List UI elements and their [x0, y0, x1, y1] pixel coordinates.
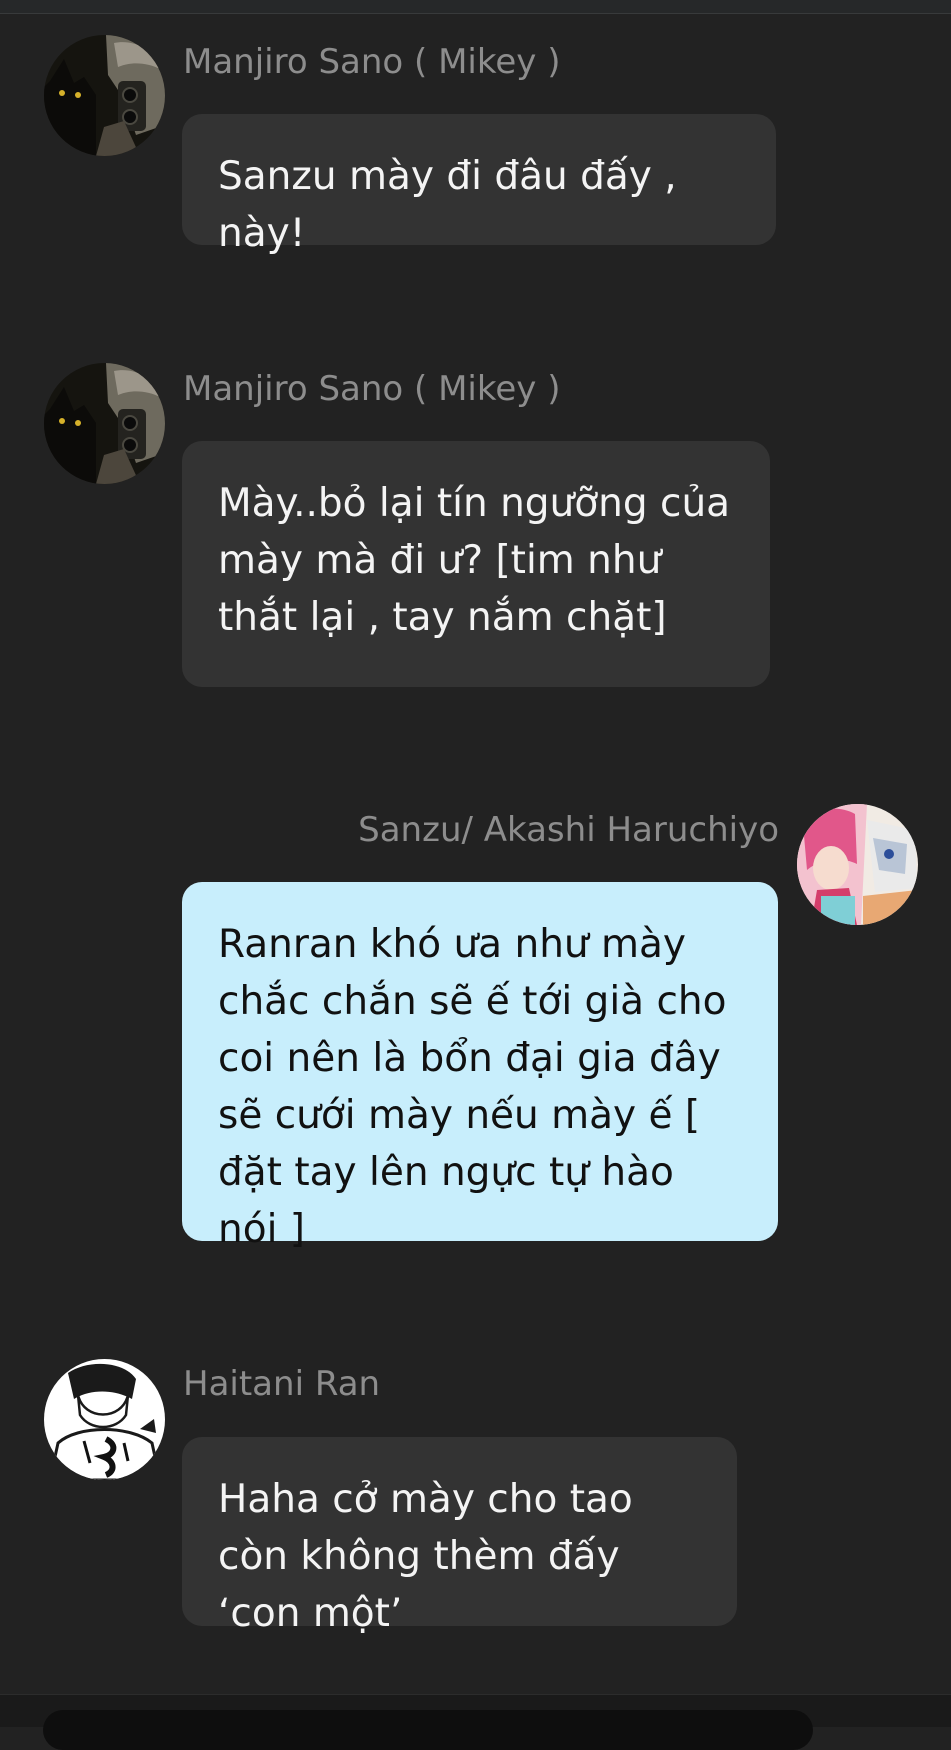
sender-name: Haitani Ran: [183, 1364, 381, 1404]
sender-name: Sanzu/ Akashi Haruchiyo: [358, 810, 779, 850]
message-bubble[interactable]: Sanzu mày đi đâu đấy , này!: [182, 114, 776, 256]
sanzu-avatar[interactable]: [797, 804, 918, 925]
message-bubble[interactable]: Ranran khó ưa như mày chắc chắn sẽ ế tới…: [182, 882, 778, 1252]
message-bubble[interactable]: Mày..bỏ lại tín ngưỡng của mày mà đi ư? …: [182, 441, 770, 687]
message-bubble[interactable]: Haha cở mày cho tao còn không thèm đấy ‘…: [182, 1437, 737, 1636]
message-text: Mày..bỏ lại tín ngưỡng của mày mà đi ư? …: [218, 481, 731, 640]
sender-name: Manjiro Sano ( Mikey ): [183, 42, 561, 82]
ran-avatar[interactable]: [44, 1359, 165, 1480]
message-input[interactable]: [43, 1710, 813, 1750]
message-text: Haha cở mày cho tao còn không thèm đấy ‘…: [218, 1477, 633, 1636]
message-text: Sanzu mày đi đâu đấy , này!: [218, 154, 677, 256]
top-bar: [0, 0, 951, 14]
mikey-avatar[interactable]: [44, 35, 165, 156]
sender-name: Manjiro Sano ( Mikey ): [183, 369, 561, 409]
message-text: Ranran khó ưa như mày chắc chắn sẽ ế tới…: [218, 922, 727, 1252]
mikey-avatar[interactable]: [44, 363, 165, 484]
